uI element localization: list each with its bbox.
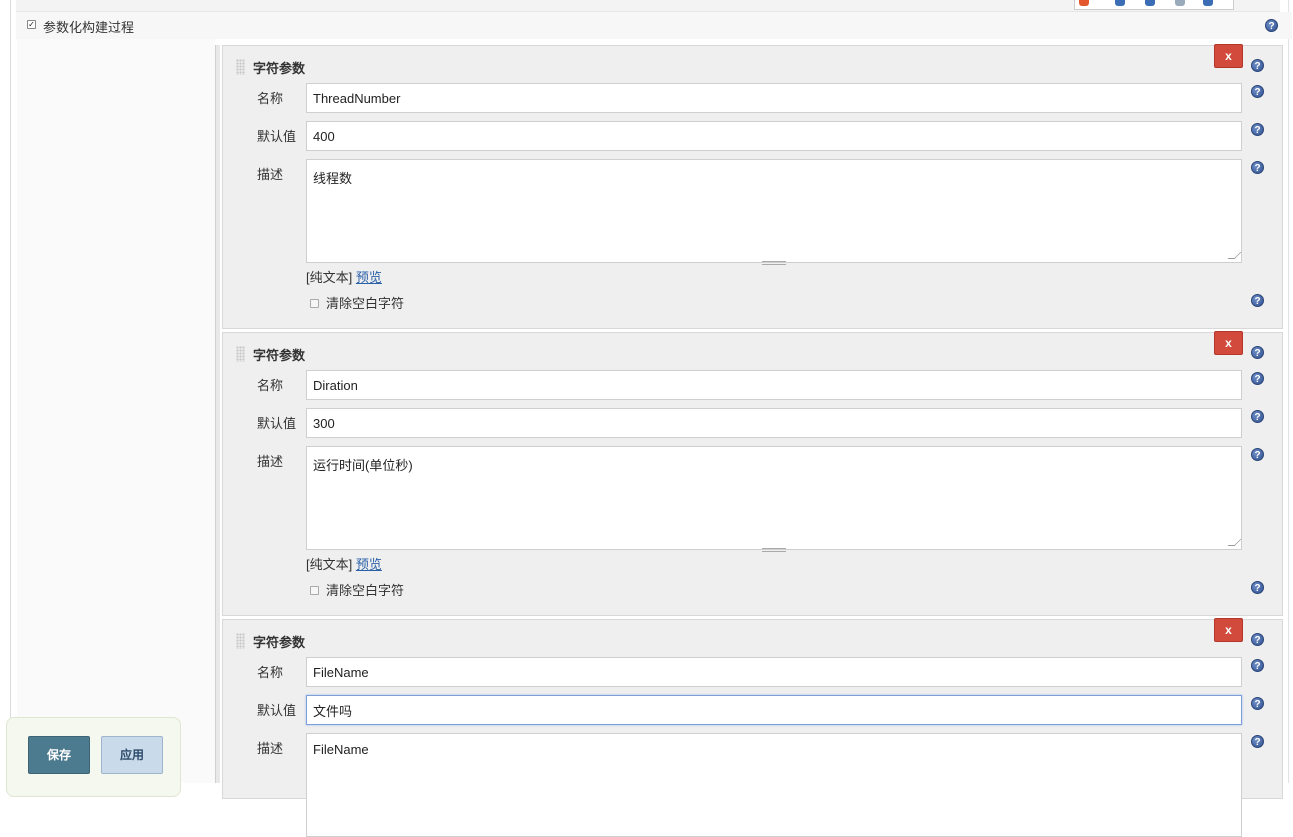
textarea-expand-handle[interactable]	[762, 548, 786, 552]
description-text: FileName	[313, 742, 369, 757]
parameterized-build-checkbox[interactable]: ✓	[27, 20, 36, 29]
drag-handle-icon[interactable]	[236, 633, 245, 649]
help-icon[interactable]: ?	[1251, 372, 1264, 385]
description-textarea[interactable]: 线程数	[306, 159, 1242, 263]
delete-parameter-button[interactable]: x	[1214, 618, 1243, 642]
resize-grip-icon[interactable]	[1227, 252, 1242, 259]
description-textarea[interactable]: FileName	[306, 733, 1242, 837]
default-value-label: 默认值	[257, 416, 297, 431]
side-panel	[17, 39, 215, 783]
default-value-input[interactable]	[306, 695, 1242, 725]
markup-format-line: [纯文本] 预览	[306, 554, 382, 573]
toolbar-icon	[1203, 0, 1213, 6]
description-text: 线程数	[313, 171, 353, 186]
partial-toolbar	[1074, 0, 1234, 10]
delete-parameter-button[interactable]: x	[1214, 44, 1243, 68]
string-parameter-block: 字符参数 x 名称 默认值 描述 线程数 [纯文本] 预览 清除空白字符	[222, 44, 1283, 329]
toolbar-icon	[1145, 0, 1155, 6]
markup-format-line: [纯文本] 预览	[306, 267, 382, 286]
name-label: 名称	[257, 665, 284, 680]
string-parameter-block: 字符参数 x 名称 默认值 描述 运行时间(单位秒) [纯文本] 预览 清除空白…	[222, 331, 1283, 616]
drag-handle-icon[interactable]	[236, 346, 245, 362]
help-icon[interactable]: ?	[1251, 346, 1264, 359]
preview-link[interactable]: 预览	[356, 557, 382, 572]
left-border	[10, 0, 11, 783]
parameter-type-title: 字符参数	[253, 348, 306, 363]
help-icon[interactable]: ?	[1251, 85, 1264, 98]
help-icon[interactable]: ?	[1251, 59, 1264, 72]
default-value-input[interactable]	[306, 121, 1242, 151]
toolbar-icon	[1115, 0, 1125, 6]
name-label: 名称	[257, 91, 284, 106]
drag-handle-icon[interactable]	[236, 59, 245, 75]
description-label: 描述	[257, 741, 284, 756]
toolbar-icon	[1175, 0, 1185, 6]
description-text: 运行时间(单位秒)	[313, 458, 413, 473]
resize-grip-icon[interactable]	[1227, 539, 1242, 546]
help-icon[interactable]: ?	[1251, 294, 1264, 307]
help-icon[interactable]: ?	[1251, 448, 1264, 461]
help-icon[interactable]: ?	[1251, 581, 1264, 594]
help-icon[interactable]: ?	[1251, 633, 1264, 646]
toolbar-icon	[1079, 0, 1089, 6]
string-parameter-block: 字符参数 x 名称 默认值 描述 FileName	[222, 618, 1283, 837]
parameter-type-title: 字符参数	[253, 635, 306, 650]
name-input[interactable]	[306, 83, 1242, 113]
description-label: 描述	[257, 454, 284, 469]
preview-link[interactable]: 预览	[356, 270, 382, 285]
help-icon[interactable]: ?	[1251, 410, 1264, 423]
textarea-expand-handle[interactable]	[762, 261, 786, 265]
apply-button[interactable]: 应用	[101, 736, 163, 774]
repeatable-rail	[215, 45, 220, 783]
name-label: 名称	[257, 378, 284, 393]
trim-checkbox[interactable]	[310, 586, 319, 595]
name-input[interactable]	[306, 657, 1242, 687]
trim-checkbox[interactable]	[310, 299, 319, 308]
default-value-input[interactable]	[306, 408, 1242, 438]
description-label: 描述	[257, 167, 284, 182]
plain-text-label: [纯文本]	[306, 270, 353, 285]
help-icon[interactable]: ?	[1251, 123, 1264, 136]
default-value-label: 默认值	[257, 703, 297, 718]
help-icon[interactable]: ?	[1265, 19, 1278, 32]
trim-label: 清除空白字符	[326, 583, 405, 598]
save-button[interactable]: 保存	[28, 736, 90, 774]
parameterized-build-label: 参数化构建过程	[43, 20, 135, 35]
help-icon[interactable]: ?	[1251, 161, 1264, 174]
help-icon[interactable]: ?	[1251, 735, 1264, 748]
delete-parameter-button[interactable]: x	[1214, 331, 1243, 355]
help-icon[interactable]: ?	[1251, 659, 1264, 672]
parameter-type-title: 字符参数	[253, 61, 306, 76]
right-border	[1288, 0, 1289, 783]
name-input[interactable]	[306, 370, 1242, 400]
parameterized-build-row: ✓ 参数化构建过程	[16, 12, 1292, 39]
trim-label: 清除空白字符	[326, 296, 405, 311]
default-value-label: 默认值	[257, 129, 297, 144]
description-textarea[interactable]: 运行时间(单位秒)	[306, 446, 1242, 550]
plain-text-label: [纯文本]	[306, 557, 353, 572]
help-icon[interactable]: ?	[1251, 697, 1264, 710]
